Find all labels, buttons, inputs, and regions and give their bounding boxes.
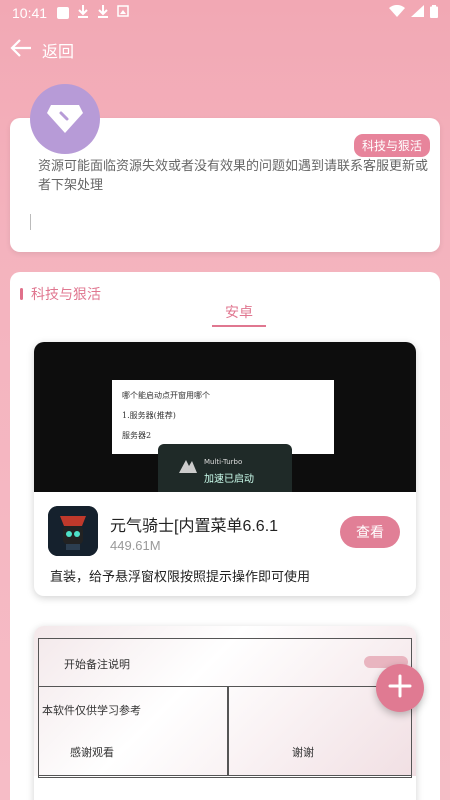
- tab-android[interactable]: 安卓: [212, 302, 266, 327]
- wifi-icon: [389, 4, 405, 21]
- download-icon: [97, 4, 109, 22]
- status-time: 10:41: [12, 5, 48, 21]
- resource-avatar: [30, 84, 100, 154]
- back-arrow-icon: [10, 39, 32, 61]
- turbo-status: 加速已启动: [204, 474, 254, 485]
- notification-icon: [57, 7, 70, 19]
- text-cursor: [30, 214, 31, 230]
- top-bar: 返回: [0, 30, 450, 70]
- section-title: 科技与狠活: [31, 286, 101, 302]
- diamond-icon: [45, 97, 85, 141]
- download-icon: [77, 4, 89, 22]
- section-header: 科技与狠活: [20, 284, 101, 304]
- preview-dialog: 哪个能启动点开窗用哪个 1.服务器(推荐) 服务器2: [112, 380, 334, 454]
- resource-list-card: 科技与狠活 安卓 哪个能启动点开窗用哪个 1.服务器(推荐) 服务器2 Mult…: [10, 272, 440, 800]
- app-description: 直装，给予悬浮窗权限按照提示操作即可使用: [50, 569, 311, 584]
- app-size: 449.61M: [110, 538, 161, 553]
- status-bar: 10:41: [0, 0, 450, 26]
- plus-icon: [388, 674, 412, 702]
- add-button[interactable]: [376, 664, 424, 712]
- turbo-name: Multi-Turbo: [204, 458, 243, 466]
- app-name: 元气骑士[内置菜单6.6.1: [110, 518, 279, 535]
- back-button[interactable]: 返回: [10, 38, 74, 62]
- preview-dialog-option: 服务器2: [122, 431, 152, 440]
- signal-icon: [411, 5, 424, 21]
- preview-panel-left: [38, 686, 228, 776]
- preview-note: 感谢观看: [70, 746, 114, 759]
- notice-text: 资源可能面临资源失效或者没有效果的问题如遇到请联系客服更新或者下架处理: [38, 158, 429, 192]
- section-marker: [20, 288, 23, 300]
- view-button[interactable]: 查看: [340, 516, 400, 548]
- app-card[interactable]: 哪个能启动点开窗用哪个 1.服务器(推荐) 服务器2 Multi-Turbo 加…: [34, 342, 416, 596]
- category-tag[interactable]: 科技与狠活: [353, 134, 430, 157]
- back-label: 返回: [42, 44, 75, 61]
- app-preview-image: 哪个能启动点开窗用哪个 1.服务器(推荐) 服务器2 Multi-Turbo 加…: [34, 342, 416, 492]
- app-preview-image: 开始备注说明 本软件仅供学习参考 感谢观看 谢谢: [34, 626, 416, 778]
- preview-note: 本软件仅供学习参考: [42, 704, 141, 717]
- preview-dialog-title: 哪个能启动点开窗用哪个: [122, 391, 210, 400]
- battery-icon: [430, 4, 438, 22]
- app-card[interactable]: 开始备注说明 本软件仅供学习参考 感谢观看 谢谢: [34, 626, 416, 800]
- image-icon: [117, 5, 129, 21]
- app-icon: [48, 506, 98, 556]
- turbo-logo-icon: [178, 458, 198, 478]
- preview-note: 谢谢: [292, 746, 314, 759]
- preview-note: 开始备注说明: [64, 658, 130, 671]
- preview-dialog-option: 1.服务器(推荐): [122, 411, 176, 420]
- preview-turbo-panel: Multi-Turbo 加速已启动: [158, 444, 292, 492]
